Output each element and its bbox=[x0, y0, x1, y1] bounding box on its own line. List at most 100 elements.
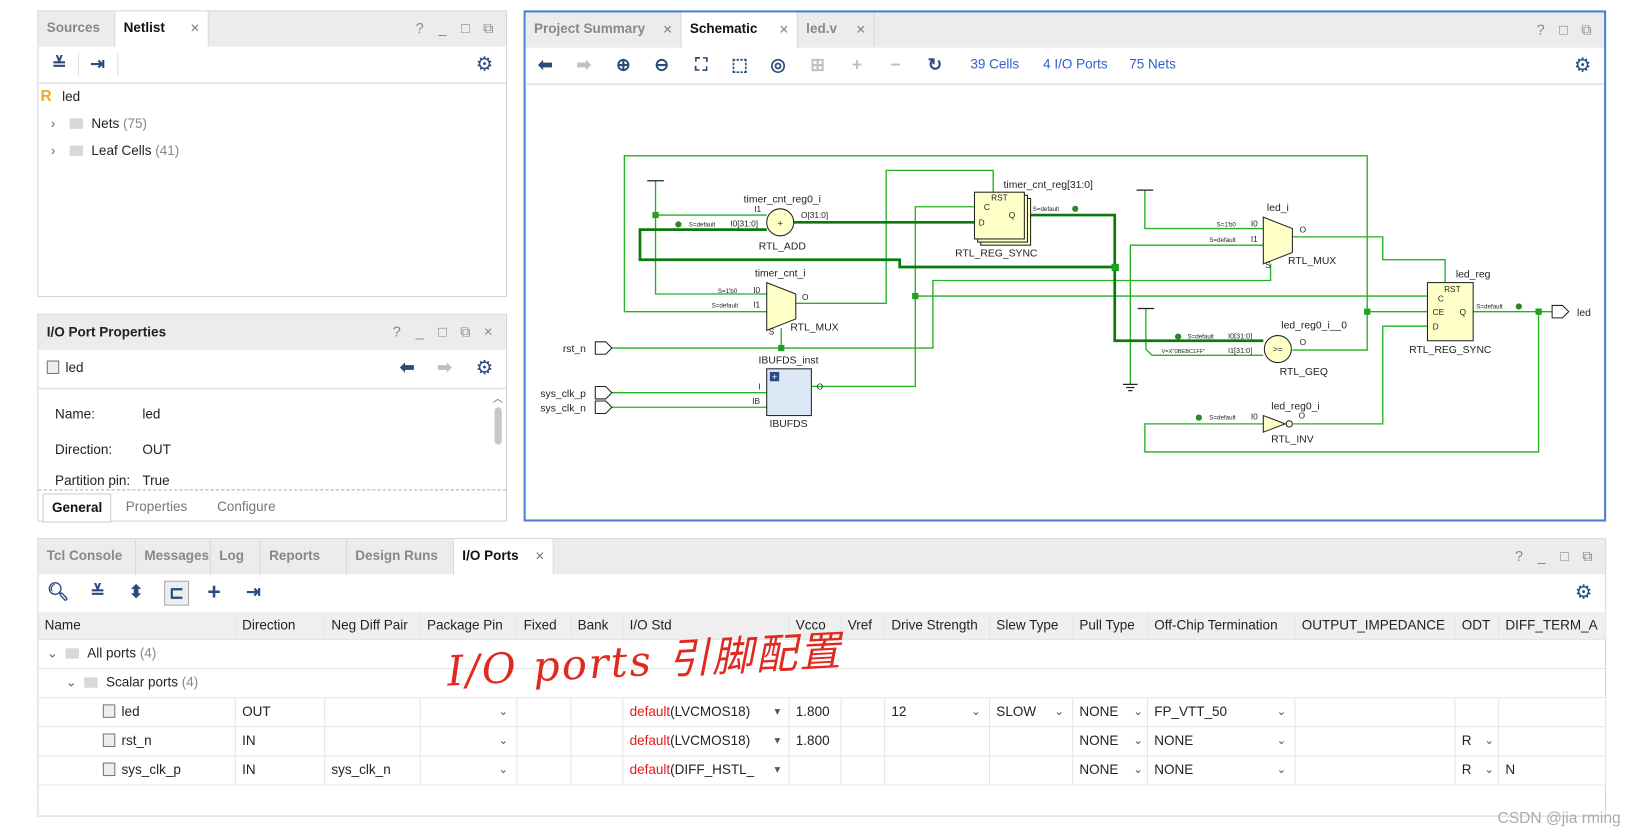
cell-term[interactable]: FP_VTT_50 ⌄ bbox=[1148, 698, 1296, 727]
chevron-down-icon[interactable]: ⌄ bbox=[1133, 698, 1143, 725]
input-port-icon[interactable] bbox=[594, 341, 613, 355]
forward-arrow-icon[interactable]: ➡ bbox=[433, 356, 456, 379]
tab-design-runs[interactable]: Design Runs bbox=[347, 539, 454, 575]
chevron-down-icon[interactable]: ⌄ bbox=[1054, 698, 1064, 725]
help-icon[interactable]: ? bbox=[1512, 548, 1527, 566]
chevron-right-icon[interactable]: › bbox=[51, 139, 63, 162]
minimize-icon[interactable]: _ bbox=[412, 323, 427, 341]
cell-pin[interactable]: ⌄ bbox=[421, 727, 518, 756]
back-arrow-icon[interactable]: ⬅ bbox=[534, 54, 557, 77]
tree-item-nets[interactable]: › Nets (75) bbox=[51, 112, 147, 135]
bus[interactable] bbox=[1024, 213, 1264, 343]
table-row[interactable]: rst_n IN ⌄ default(LVCMOS18) ▾ 1.800 NONE ⌄ NONE… bbox=[38, 727, 1607, 757]
cells-count-link[interactable]: 39 Cells bbox=[970, 56, 1019, 72]
float-icon[interactable]: ⧉ bbox=[458, 323, 473, 341]
column-header[interactable]: Pull Type bbox=[1073, 611, 1148, 639]
table-row[interactable]: sys_clk_p IN sys_clk_n ⌄ default(DIFF_HSTL_ ▾… bbox=[38, 756, 1607, 786]
help-icon[interactable]: ? bbox=[390, 323, 405, 341]
cell-term[interactable]: NONE ⌄ bbox=[1148, 727, 1296, 756]
cell-odt[interactable] bbox=[1455, 698, 1500, 727]
cell-pull[interactable]: NONE ⌄ bbox=[1073, 756, 1148, 785]
output-port-icon[interactable] bbox=[1551, 304, 1570, 319]
tab-reports[interactable]: Reports bbox=[261, 539, 347, 575]
cell-term[interactable]: NONE ⌄ bbox=[1148, 756, 1296, 785]
column-header[interactable]: DIFF_TERM_A bbox=[1499, 611, 1607, 639]
column-header[interactable]: Vref bbox=[842, 611, 886, 639]
column-header[interactable]: OUTPUT_IMPEDANCE bbox=[1296, 611, 1456, 639]
gear-icon[interactable]: ⚙ bbox=[1575, 581, 1593, 605]
cell-drive[interactable]: 12 ⌄ bbox=[885, 698, 991, 727]
schematic-canvas[interactable]: rst_n sys_clk_p sys_clk_n led + timer_cn… bbox=[526, 83, 1604, 519]
column-header[interactable]: Drive Strength bbox=[885, 611, 991, 639]
cell-slew[interactable] bbox=[990, 727, 1074, 756]
close-icon[interactable]: × bbox=[663, 14, 672, 47]
tab-sources[interactable]: Sources bbox=[38, 11, 116, 47]
cell-pull[interactable]: NONE ⌄ bbox=[1073, 698, 1148, 727]
tab-general[interactable]: General bbox=[42, 493, 112, 523]
cell-odt[interactable]: R ⌄ bbox=[1455, 727, 1500, 756]
dropdown-arrow-icon[interactable]: ▾ bbox=[774, 727, 780, 754]
expand-icon[interactable]: + bbox=[772, 372, 777, 382]
cell-std[interactable]: default(LVCMOS18) ▾ bbox=[623, 698, 790, 727]
io-ports-count-link[interactable]: 4 I/O Ports bbox=[1043, 56, 1108, 72]
column-header[interactable]: ODT bbox=[1455, 611, 1500, 639]
cell-rtl-reg-led[interactable]: led_reg RTL_REG_SYNC RST C CE D Q S=defa… bbox=[1409, 269, 1522, 356]
scroll-thumb[interactable] bbox=[493, 407, 502, 445]
back-arrow-icon[interactable]: ⬅ bbox=[396, 356, 419, 379]
chevron-down-icon[interactable]: ⌄ bbox=[47, 640, 59, 667]
cell-pin[interactable]: ⌄ bbox=[421, 756, 518, 785]
tab-schematic[interactable]: Schematic × bbox=[681, 12, 798, 48]
cell-pull[interactable]: NONE ⌄ bbox=[1073, 727, 1148, 756]
plus-icon[interactable]: + bbox=[203, 579, 226, 605]
zoom-in-icon[interactable]: ⊕ bbox=[612, 54, 635, 77]
float-icon[interactable]: ⧉ bbox=[1580, 548, 1595, 566]
tree-item-leaf-cells[interactable]: › Leaf Cells (41) bbox=[51, 139, 179, 162]
table-row[interactable]: led OUT ⌄ default(LVCMOS18) ▾ 1.800 12 ⌄ SLOW ⌄ NO… bbox=[38, 698, 1607, 728]
collapse-all-icon[interactable]: ≚ bbox=[86, 581, 109, 604]
chevron-down-icon[interactable]: ⌄ bbox=[1133, 756, 1143, 783]
cell-std[interactable]: default(LVCMOS18) ▾ bbox=[623, 727, 790, 756]
cell-slew[interactable]: SLOW ⌄ bbox=[990, 698, 1074, 727]
minimize-icon[interactable]: _ bbox=[435, 20, 450, 38]
nets-count-link[interactable]: 75 Nets bbox=[1129, 56, 1176, 72]
scroll-up-icon[interactable]: ︿ bbox=[491, 390, 503, 405]
minus-icon[interactable]: − bbox=[884, 54, 907, 77]
expand-icon[interactable]: ⇥ bbox=[242, 581, 265, 604]
chevron-down-icon[interactable]: ⌄ bbox=[971, 698, 981, 725]
chevron-down-icon[interactable]: ⌄ bbox=[1133, 727, 1143, 754]
cell-std[interactable]: default(DIFF_HSTL_ ▾ bbox=[623, 756, 790, 785]
chevron-down-icon[interactable]: ⌄ bbox=[1277, 698, 1287, 725]
wire[interactable] bbox=[610, 263, 1272, 349]
float-icon[interactable]: ⧉ bbox=[1579, 21, 1594, 39]
dropdown-arrow-icon[interactable]: ▾ bbox=[774, 698, 780, 725]
zoom-area-icon[interactable]: ⬚ bbox=[728, 54, 751, 77]
tab-led-v[interactable]: led.v × bbox=[798, 12, 875, 48]
scrollbar[interactable]: ︿ bbox=[491, 390, 503, 490]
forward-arrow-icon[interactable]: ➡ bbox=[572, 54, 595, 77]
input-port-icon[interactable] bbox=[594, 385, 613, 400]
plus-icon[interactable]: + bbox=[846, 54, 869, 77]
zoom-out-icon[interactable]: ⊖ bbox=[650, 54, 673, 77]
maximize-icon[interactable]: □ bbox=[1556, 21, 1571, 39]
group-by-interface-icon[interactable]: ⊏ bbox=[164, 580, 190, 606]
gear-icon[interactable]: ⚙ bbox=[476, 53, 494, 77]
gear-icon[interactable]: ⚙ bbox=[1574, 54, 1592, 78]
chevron-down-icon[interactable]: ⌄ bbox=[1484, 727, 1494, 754]
tab-configure[interactable]: Configure bbox=[209, 493, 284, 520]
maximize-icon[interactable]: □ bbox=[458, 20, 473, 38]
expand-all-icon[interactable]: ⬍ bbox=[125, 581, 148, 604]
cell-rtl-reg-timer[interactable]: timer_cnt_reg[31:0] RTL_REG_SYNC RST C D… bbox=[955, 180, 1093, 260]
cell-rtl-mux-timer[interactable]: timer_cnt_i RTL_MUX I0 I1 O S S=1'b0 S=d… bbox=[712, 268, 839, 336]
close-icon[interactable]: × bbox=[481, 323, 496, 341]
expand-icon[interactable]: ⇥ bbox=[86, 53, 109, 76]
chevron-down-icon[interactable]: ⌄ bbox=[1277, 756, 1287, 783]
chevron-down-icon[interactable]: ⌄ bbox=[498, 756, 508, 783]
help-icon[interactable]: ? bbox=[1533, 21, 1548, 39]
maximize-icon[interactable]: □ bbox=[1557, 548, 1572, 566]
collapse-all-icon[interactable]: ≚ bbox=[48, 53, 71, 76]
minimize-icon[interactable]: _ bbox=[1534, 548, 1549, 566]
column-header[interactable]: Name bbox=[38, 611, 236, 639]
cell-pin[interactable]: ⌄ bbox=[421, 698, 518, 727]
bus[interactable] bbox=[638, 228, 1115, 269]
select-target-icon[interactable]: ◎ bbox=[767, 54, 790, 77]
